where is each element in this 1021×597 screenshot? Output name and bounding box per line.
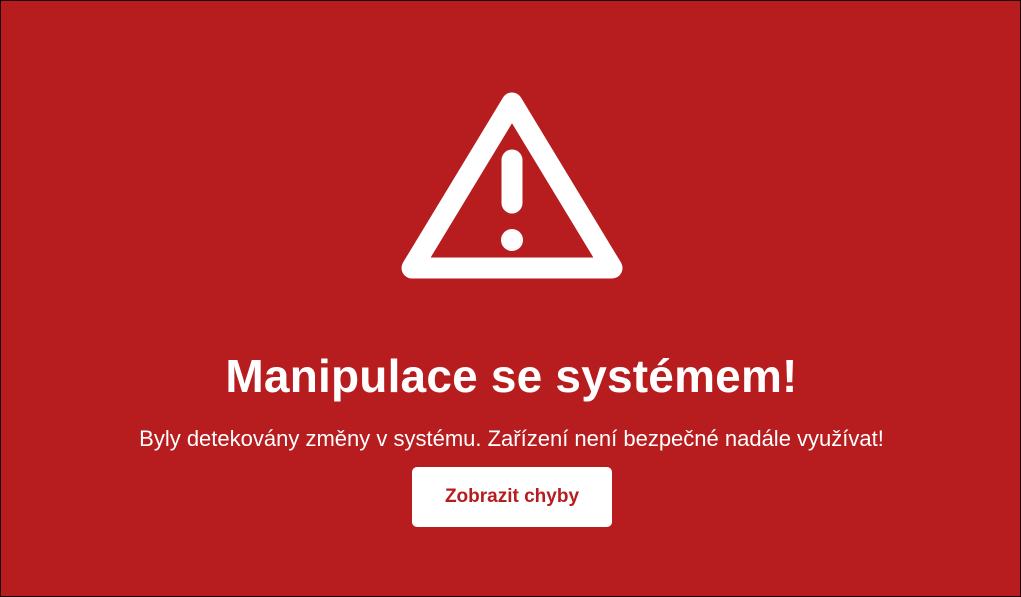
system-tampering-alert-screen: Manipulace se systémem! Byly detekovány …	[0, 0, 1021, 597]
show-errors-button[interactable]: Zobrazit chyby	[412, 467, 612, 527]
alert-message: Byly detekovány změny v systému. Zařízen…	[139, 426, 884, 451]
warning-triangle-icon	[400, 90, 624, 292]
alert-title: Manipulace se systémem!	[225, 349, 798, 402]
